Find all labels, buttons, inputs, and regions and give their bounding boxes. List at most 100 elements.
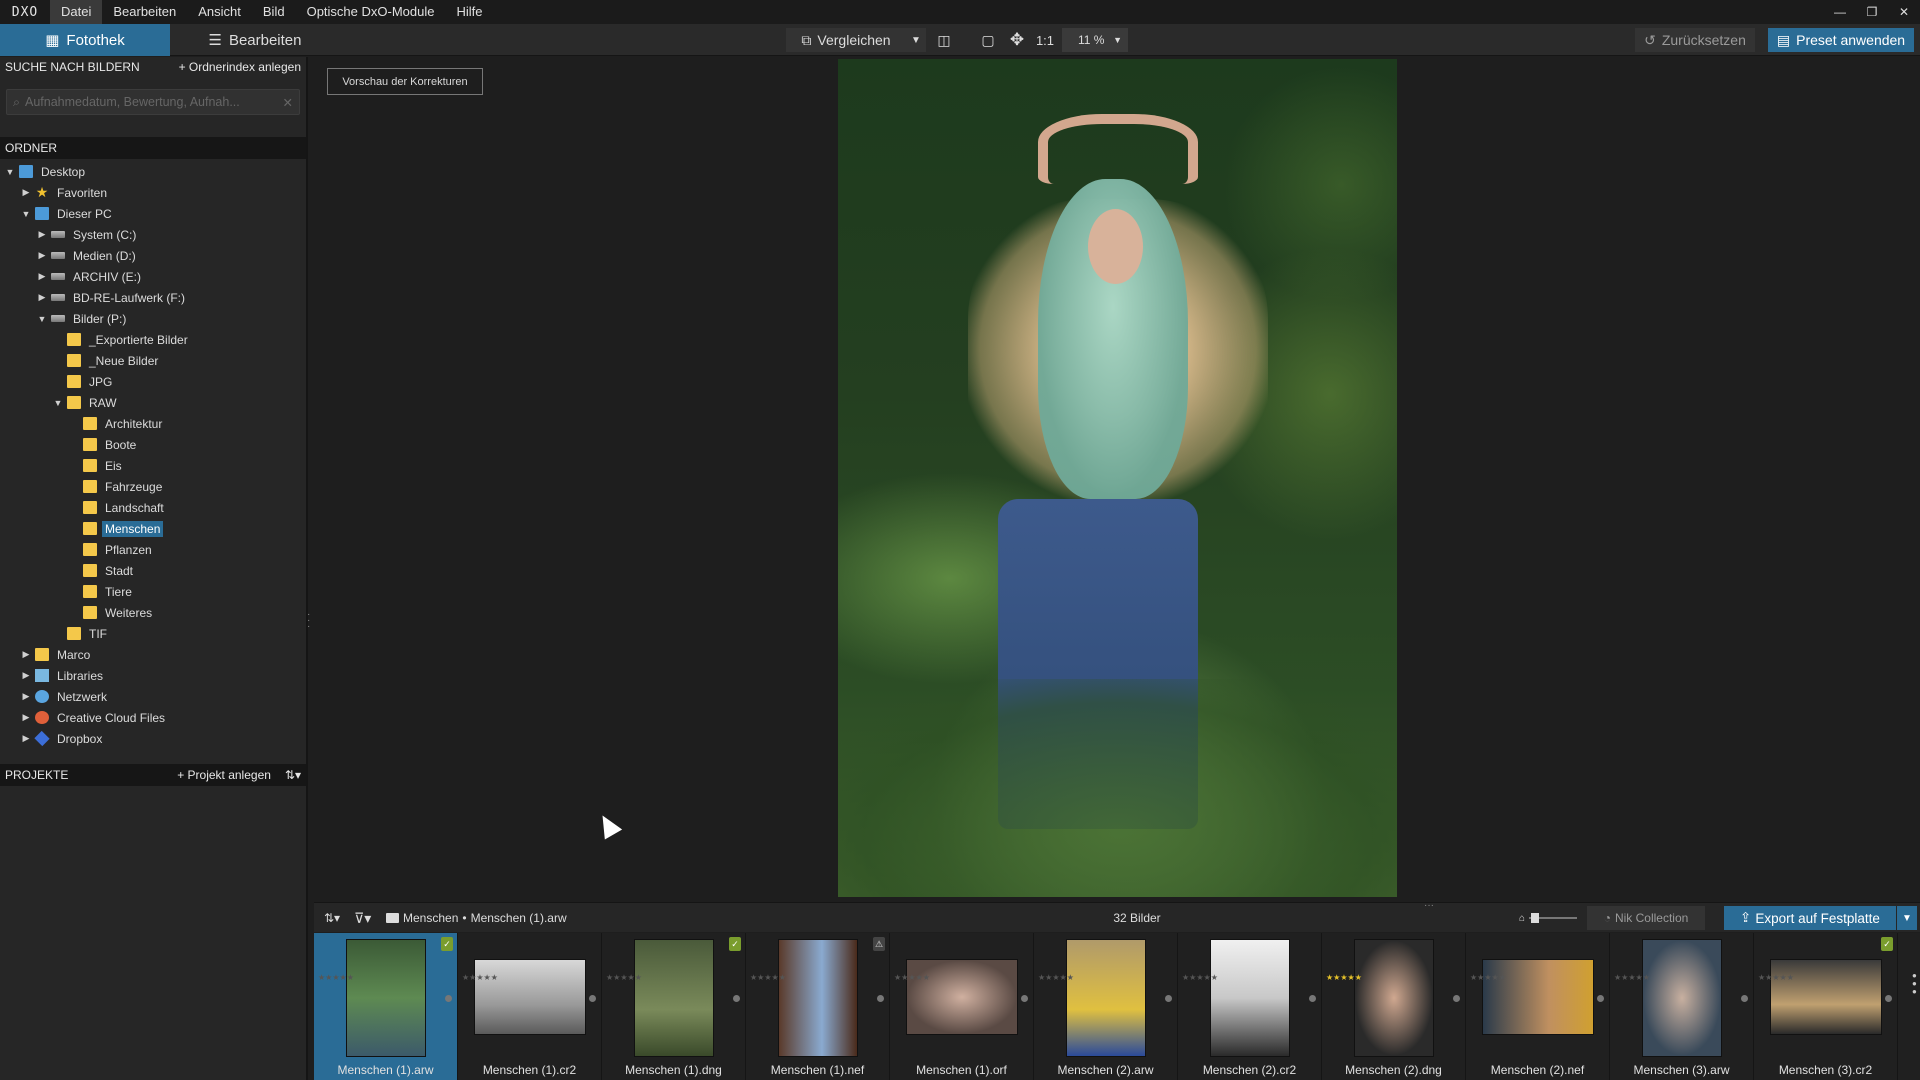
expand-arrow-icon[interactable]: ▼ [20,209,32,219]
folder-tree-item[interactable]: ▶ Libraries [0,665,306,686]
folder-tree-item[interactable]: ▶ Dropbox [0,728,306,749]
breadcrumb-folder[interactable]: Menschen [403,911,458,925]
filmstrip-thumbnail[interactable]: ★★★★★ Menschen (2).nef [1466,933,1610,1080]
main-photo[interactable] [838,59,1397,897]
rating-stars[interactable]: ★★★★★ [894,973,930,983]
collapse-arrow-icon[interactable]: ▶ [20,670,32,681]
menu-item-hilfe[interactable]: Hilfe [445,0,493,24]
collapse-arrow-icon[interactable]: ▶ [36,271,48,282]
folder-tree-item[interactable]: Pflanzen [0,539,306,560]
collapse-arrow-icon[interactable]: ▶ [36,292,48,303]
rating-stars[interactable]: ★★★★★ [1182,973,1218,983]
compare-dropdown-button[interactable]: ▼ [906,28,926,52]
folder-tree-item[interactable]: ▼ RAW [0,392,306,413]
flag-dot-icon[interactable] [1453,995,1460,1002]
flag-dot-icon[interactable] [445,995,452,1002]
folder-tree-item[interactable]: Weiteres [0,602,306,623]
thumbnail-image[interactable] [1209,939,1290,1057]
collapse-arrow-icon[interactable]: ▶ [20,691,32,702]
thumbnail-image[interactable] [905,959,1018,1035]
slider-track[interactable] [1529,913,1578,923]
slider-thumb[interactable] [1531,913,1540,923]
thumbnail-image[interactable] [1065,939,1146,1057]
panel-resize-handle[interactable]: · · · [307,610,311,632]
flag-dot-icon[interactable] [877,995,884,1002]
filmstrip-thumbnail[interactable]: ★★★★★ Menschen (2).cr2 [1178,933,1322,1080]
move-button[interactable]: ✥ [1003,28,1031,52]
menu-item-ansicht[interactable]: Ansicht [187,0,252,24]
collapse-arrow-icon[interactable]: ▶ [20,733,32,744]
menu-item-optische-dxo-module[interactable]: Optische DxO-Module [296,0,446,24]
menu-item-bearbeiten[interactable]: Bearbeiten [102,0,187,24]
restore-button[interactable]: ❐ [1856,0,1888,24]
menu-item-bild[interactable]: Bild [252,0,296,24]
folder-tree-item[interactable]: _Exportierte Bilder [0,329,306,350]
collapse-arrow-icon[interactable]: ▶ [36,250,48,261]
menu-item-datei[interactable]: Datei [50,0,103,24]
thumbnail-image[interactable] [633,939,714,1057]
zoom-100-button[interactable]: 1:1 [1030,28,1060,52]
filmstrip-thumbnail[interactable]: ★★★★★ Menschen (3).arw [1610,933,1754,1080]
filmstrip-thumbnail[interactable]: ★★★★★ Menschen (1).orf [890,933,1034,1080]
folder-tree-item[interactable]: ▶ System (C:) [0,224,306,245]
collapse-arrow-icon[interactable]: ▶ [20,187,32,198]
folder-tree-item[interactable]: Stadt [0,560,306,581]
expand-arrow-icon[interactable]: ▼ [52,398,64,408]
folder-tree-item[interactable]: Eis [0,455,306,476]
minimize-button[interactable]: — [1824,0,1856,24]
collapse-arrow-icon[interactable]: ▶ [20,712,32,723]
compare-button[interactable]: ⧉ Vergleichen [786,28,906,52]
expand-arrow-icon[interactable]: ▼ [36,314,48,324]
filter-button[interactable]: ⊽▾ [354,903,371,933]
flag-dot-icon[interactable] [1597,995,1604,1002]
folder-tree-item[interactable]: ▶ ★ Favoriten [0,182,306,203]
thumbnail-image[interactable] [1641,939,1722,1057]
folder-tree-item[interactable]: ▶ Medien (D:) [0,245,306,266]
flag-dot-icon[interactable] [733,995,740,1002]
create-project-button[interactable]: + Projekt anlegen [177,768,271,782]
folder-tree-item[interactable]: Tiere [0,581,306,602]
folder-tree-item[interactable]: Architektur [0,413,306,434]
filmstrip-thumbnail[interactable]: ★★★★★ Menschen (1).dng ✓ [602,933,746,1080]
sort-icon[interactable]: ⇅▾ [285,768,301,782]
export-to-disk-button[interactable]: ⇪ Export auf Festplatte [1724,906,1896,930]
folder-tree-item[interactable]: ▶ BD-RE-Laufwerk (F:) [0,287,306,308]
rating-stars[interactable]: ★★★★★ [1326,973,1362,983]
filmstrip-thumbnail[interactable]: ★★★★★ Menschen (2).arw [1034,933,1178,1080]
split-view-button[interactable]: ◫ [930,28,958,52]
export-dropdown-button[interactable]: ▼ [1897,906,1917,930]
rating-stars[interactable]: ★★★★★ [606,973,642,983]
filmstrip-thumbnail[interactable]: ★★★★★ Menschen (1).cr2 [458,933,602,1080]
preview-corrections-button[interactable]: Vorschau der Korrekturen [327,68,483,95]
apply-preset-button[interactable]: ▤ Preset anwenden [1768,28,1914,52]
filmstrip-resize-handle[interactable]: ··· [1424,901,1434,911]
collapse-arrow-icon[interactable]: ▶ [36,229,48,240]
rating-stars[interactable]: ★★★★★ [1614,973,1650,983]
folder-tree-item[interactable]: JPG [0,371,306,392]
rating-stars[interactable]: ★★★★★ [462,973,498,983]
folder-tree-item[interactable]: Fahrzeuge [0,476,306,497]
folder-tree-item[interactable]: ▼ Dieser PC [0,203,306,224]
rating-stars[interactable]: ★★★★★ [1470,973,1506,983]
flag-dot-icon[interactable] [1885,995,1892,1002]
folder-tree-item[interactable]: ▶ Netzwerk [0,686,306,707]
folder-tree-item[interactable]: Landschaft [0,497,306,518]
create-folder-index-button[interactable]: + Ordnerindex anlegen [179,60,301,74]
expand-arrow-icon[interactable]: ▼ [4,167,16,177]
rating-stars[interactable]: ★★★★★ [750,973,786,983]
filmstrip-thumbnail[interactable]: ★★★★★ Menschen (2).dng [1322,933,1466,1080]
thumbnail-image[interactable] [1353,939,1434,1057]
thumbnail-image[interactable] [1769,959,1882,1035]
flag-dot-icon[interactable] [1165,995,1172,1002]
rating-stars[interactable]: ★★★★★ [1758,973,1794,983]
zoom-select[interactable]: 11 % ▼ [1062,28,1128,52]
folder-tree-item[interactable]: Boote [0,434,306,455]
sort-button[interactable]: ⇅▾ [324,903,340,933]
folder-tree-item[interactable]: ▼ Desktop [0,161,306,182]
rating-stars[interactable]: ★★★★★ [1038,973,1074,983]
collapse-arrow-icon[interactable]: ▶ [20,649,32,660]
filmstrip-thumbnail[interactable]: ★★★★★ Menschen (3).cr2 ✓ [1754,933,1898,1080]
fit-screen-button[interactable]: ▢ [974,28,1002,52]
filmstrip-thumbnail[interactable]: ★★★★★ Menschen (1).arw ✓ [314,933,458,1080]
thumbnail-image[interactable] [345,939,426,1057]
